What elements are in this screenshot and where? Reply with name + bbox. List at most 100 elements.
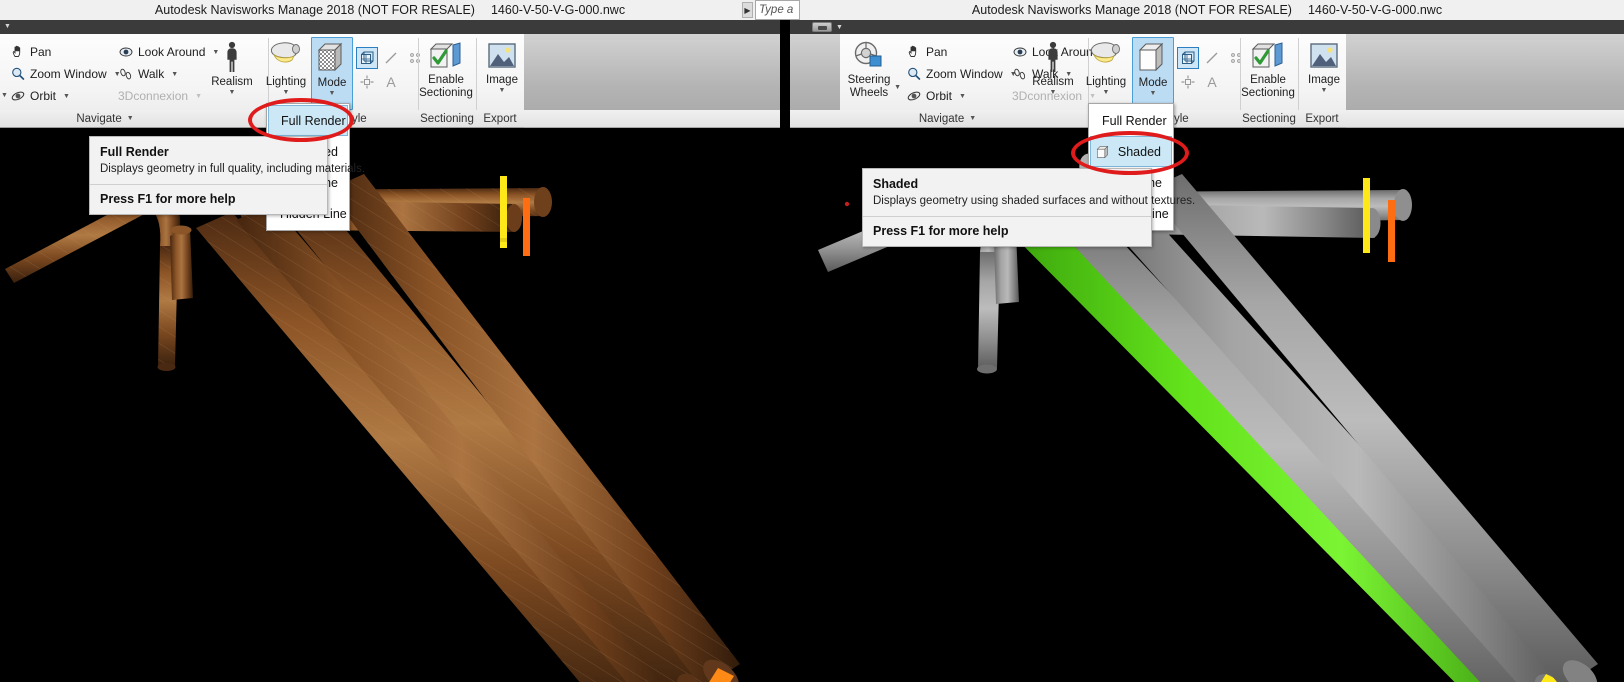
chevron-down-icon[interactable]: ▼ (127, 115, 134, 122)
diagonal-line-icon (1206, 52, 1218, 64)
left-window: Autodesk Navisworks Manage 2018 (NOT FOR… (0, 0, 780, 682)
right-btn-mode-label: Mode (1138, 77, 1168, 89)
chevron-down-icon[interactable]: ▼ (894, 84, 901, 91)
left-btn-lighting[interactable]: Lighting ▼ (258, 40, 314, 96)
right-window: Autodesk Navisworks Manage 2018 (NOT FOR… (790, 0, 1624, 682)
section-check-icon (1251, 42, 1283, 68)
chevron-down-icon[interactable]: ▼ (283, 89, 290, 96)
left-cmd-pan[interactable]: Pan (10, 42, 51, 62)
quick-access-caret-icon[interactable]: ▼ (4, 23, 11, 30)
steering-wheel-icon (854, 41, 882, 67)
right-ribbon: Steering Wheels ▼ Pan Zoom Window ▼ Orbi… (790, 34, 1624, 128)
app-title: Autodesk Navisworks Manage 2018 (NOT FOR… (971, 3, 1292, 17)
right-btn-lighting[interactable]: Lighting ▼ (1078, 40, 1134, 96)
chevron-down-icon[interactable]: ▼ (969, 115, 976, 122)
right-cmd-zoom-window[interactable]: Zoom Window ▼ (906, 64, 1017, 84)
right-title-bar: Autodesk Navisworks Manage 2018 (NOT FOR… (790, 0, 1624, 20)
right-tooltip: Shaded Displays geometry using shaded su… (862, 168, 1195, 247)
app-title: Autodesk Navisworks Manage 2018 (NOT FOR… (154, 3, 475, 17)
checker-cube-icon (317, 42, 343, 72)
right-btn-realism[interactable]: Realism ▼ (1025, 40, 1081, 96)
left-btn-enable-sectioning[interactable]: Enable Sectioning (418, 40, 474, 99)
search-input[interactable]: Type a (755, 0, 800, 20)
right-btn-enable-sectioning[interactable]: Enable Sectioning (1240, 40, 1296, 99)
left-cmd-pan-label: Pan (30, 45, 52, 59)
left-toggle-line[interactable] (380, 47, 402, 69)
chevron-down-icon[interactable]: ▼ (1050, 89, 1057, 96)
left-cmd-orbit-label: Orbit (30, 89, 57, 103)
left-cmd-walk[interactable]: Walk ▼ (118, 64, 178, 84)
right-toggle-text[interactable]: A (1201, 71, 1223, 93)
left-mode-item-full-render[interactable]: Full Render (268, 105, 348, 136)
left-cmd-zoom-window[interactable]: Zoom Window ▼ (10, 64, 121, 84)
left-navigate-expand-caret-icon[interactable]: ▼ (1, 92, 8, 99)
right-toggle-snap[interactable] (1177, 71, 1199, 93)
picture-icon (1310, 43, 1338, 68)
right-btn-steering-wheels[interactable]: Steering Wheels ▼ (840, 40, 901, 99)
right-cmd-zoom-window-label: Zoom Window (926, 67, 1003, 81)
hand-icon (908, 45, 917, 57)
right-toggle-line[interactable] (1201, 47, 1223, 69)
right-group-navigate: Steering Wheels ▼ Pan Zoom Window ▼ Orbi… (840, 34, 1113, 110)
left-toggle-snap[interactable] (356, 71, 378, 93)
left-toggle-text[interactable]: A (380, 71, 402, 93)
left-group-label-sectioning-text: Sectioning (420, 112, 474, 125)
eye-icon (119, 47, 133, 57)
person-icon (1048, 41, 1058, 72)
chevron-down-icon[interactable]: ▼ (329, 90, 336, 97)
right-btn-mode[interactable]: Mode ▼ (1132, 37, 1174, 110)
pipe-stub (170, 225, 193, 300)
left-group-label-export-text: Export (483, 112, 517, 125)
left-btn-realism-label: Realism (211, 76, 253, 88)
left-cmd-3dconnexion-label: 3Dconnexion (118, 89, 189, 103)
left-group-label-navigate: Navigate ▼ (0, 110, 210, 127)
right-mode-item-shaded-label: Shaded (1117, 144, 1161, 159)
chevron-down-icon[interactable]: ▼ (499, 87, 506, 94)
chevron-down-icon[interactable]: ▼ (1321, 87, 1328, 94)
lamp-icon (270, 42, 300, 63)
section-check-icon (429, 42, 461, 68)
snap-icon (1181, 75, 1195, 89)
quick-access-pill-icon[interactable] (812, 22, 832, 32)
right-cmd-pan[interactable]: Pan (906, 42, 947, 62)
chevron-down-icon: ▼ (195, 92, 202, 100)
lamp-icon (1090, 42, 1120, 63)
left-group-label-style: yle (352, 110, 412, 127)
left-toggle-grid[interactable] (356, 47, 378, 69)
right-btn-lighting-label: Lighting (1085, 76, 1127, 88)
left-btn-mode[interactable]: Mode ▼ (311, 37, 353, 110)
right-group-label-style-text: yle (1174, 112, 1189, 125)
left-group-label-style-text: yle (352, 112, 367, 125)
right-group-label-export-text: Export (1305, 112, 1339, 125)
chevron-down-icon[interactable]: ▼ (1103, 89, 1110, 96)
right-mode-item-full-render[interactable]: Full Render (1090, 105, 1172, 136)
shaded-cube-icon (1096, 145, 1109, 158)
right-btn-steering-wheels-label-1: Steering (847, 74, 891, 86)
magnifier-icon (908, 67, 921, 80)
left-btn-enable-sectioning-label-2: Sectioning (419, 86, 473, 99)
search-expand-arrow-icon[interactable]: ▶ (742, 2, 753, 18)
right-group-label-export: Export (1298, 110, 1346, 127)
chevron-down-icon[interactable]: ▼ (171, 71, 178, 78)
right-mode-item-shaded[interactable]: Shaded (1090, 136, 1172, 167)
riser-orange (1388, 200, 1395, 262)
right-btn-image[interactable]: Image ▼ (1296, 40, 1352, 94)
chevron-down-icon[interactable]: ▼ (1150, 90, 1157, 97)
right-toggle-grid[interactable] (1177, 47, 1199, 69)
diagonal-line-icon (385, 52, 397, 64)
left-btn-realism[interactable]: Realism ▼ (204, 40, 260, 96)
right-btn-realism-label: Realism (1032, 76, 1074, 88)
right-cmd-orbit[interactable]: Orbit ▼ (906, 86, 966, 106)
chevron-down-icon[interactable]: ▼ (959, 93, 966, 100)
right-tooltip-footer: Press F1 for more help (873, 224, 1009, 238)
riser-yellow (500, 176, 507, 248)
hand-icon (12, 45, 21, 57)
right-group-label-sectioning-text: Sectioning (1242, 112, 1296, 125)
left-cmd-orbit[interactable]: Orbit ▼ (10, 86, 70, 106)
document-name: 1460-V-50-V-G-000.nwc (1307, 3, 1443, 17)
right-cmd-orbit-label: Orbit (926, 89, 953, 103)
chevron-down-icon[interactable]: ▼ (229, 89, 236, 96)
chevron-down-icon[interactable]: ▼ (836, 24, 843, 31)
left-btn-image[interactable]: Image ▼ (474, 40, 530, 94)
chevron-down-icon[interactable]: ▼ (63, 93, 70, 100)
